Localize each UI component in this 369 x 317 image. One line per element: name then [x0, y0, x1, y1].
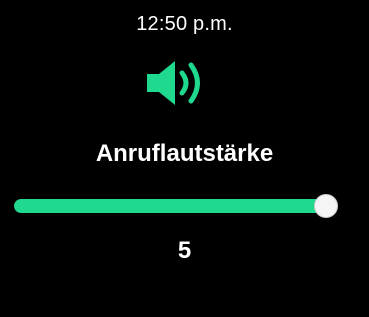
status-time: 12:50 p.m. — [136, 13, 233, 35]
volume-up-icon — [147, 61, 200, 105]
volume-value: 5 — [177, 237, 192, 264]
volume-slider[interactable] — [14, 192, 338, 220]
slider-fill — [14, 199, 326, 213]
slider-track[interactable] — [14, 199, 326, 213]
setting-title: Anruflautstärke — [95, 140, 274, 167]
slider-thumb[interactable] — [314, 194, 338, 218]
